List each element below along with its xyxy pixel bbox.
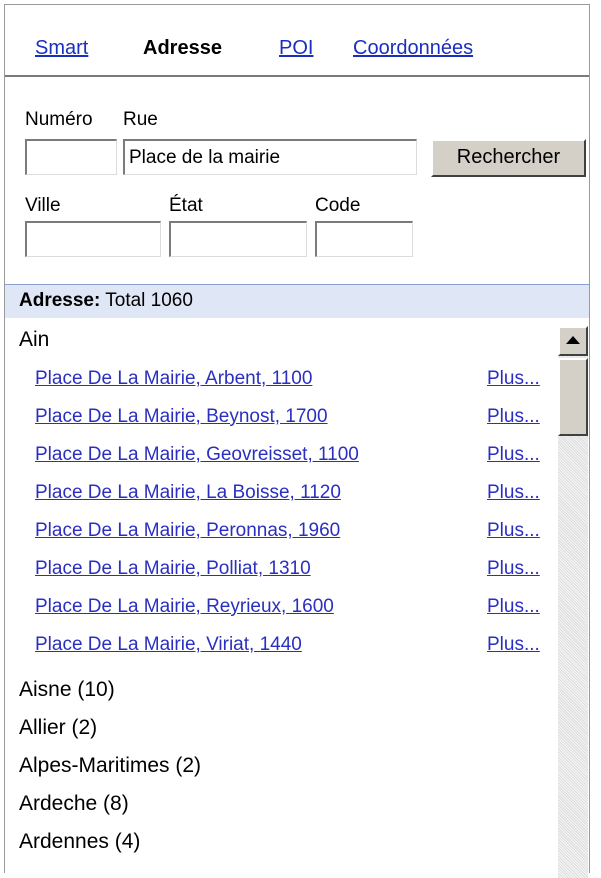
scroll-up-arrow-icon[interactable] [558,326,588,356]
etat-label: État [169,195,203,216]
group-aisne[interactable]: Aisne (10) [19,678,115,702]
group-alpes-maritimes[interactable]: Alpes-Maritimes (2) [19,754,201,778]
tab-poi[interactable]: POI [279,37,313,60]
result-item[interactable]: Place De La Mairie, Arbent, 1100 [35,368,312,390]
ville-field[interactable] [25,221,161,257]
results-header: Adresse: Total 1060 [5,284,589,318]
result-item[interactable]: Place De La Mairie, Peronnas, 1960 [35,520,340,542]
tab-coordonnees[interactable]: Coordonnées [353,37,473,60]
more-link[interactable]: Plus... [487,482,540,504]
results-list: Ain Place De La Mairie, Arbent, 1100 Plu… [5,318,589,878]
result-item[interactable]: Place De La Mairie, Beynost, 1700 [35,406,328,428]
rue-field[interactable]: Place de la mairie [123,139,417,175]
ville-label: Ville [25,195,61,216]
result-item[interactable]: Place De La Mairie, Viriat, 1440 [35,634,302,656]
result-item[interactable]: Place De La Mairie, Geovreisset, 1100 [35,444,359,466]
tab-smart[interactable]: Smart [35,37,88,60]
more-link[interactable]: Plus... [487,596,540,618]
result-item[interactable]: Place De La Mairie, Polliat, 1310 [35,558,311,580]
code-label: Code [315,195,361,216]
code-field[interactable] [315,221,413,257]
more-link[interactable]: Plus... [487,368,540,390]
result-item[interactable]: Place De La Mairie, Reyrieux, 1600 [35,596,334,618]
more-link[interactable]: Plus... [487,558,540,580]
group-ain[interactable]: Ain [19,328,49,352]
tab-adresse[interactable]: Adresse [143,37,222,60]
group-ardeche[interactable]: Ardeche (8) [19,792,129,816]
group-ardennes[interactable]: Ardennes (4) [19,830,140,854]
more-link[interactable]: Plus... [487,520,540,542]
more-link[interactable]: Plus... [487,634,540,656]
results-total: Total 1060 [105,290,193,311]
result-item[interactable]: Place De La Mairie, La Boisse, 1120 [35,482,341,504]
rechercher-button[interactable]: Rechercher [431,139,586,177]
numero-field[interactable] [25,139,117,175]
numero-label: Numéro [25,109,93,130]
group-allier[interactable]: Allier (2) [19,716,97,740]
more-link[interactable]: Plus... [487,444,540,466]
results-scrollbar[interactable] [558,326,588,878]
scrollbar-thumb[interactable] [558,358,588,436]
search-mode-tabs: Smart Adresse POI Coordonnées [5,5,589,77]
results-header-label: Adresse: [19,290,101,311]
etat-field[interactable] [169,221,307,257]
address-search-panel: Smart Adresse POI Coordonnées Numéro Rue… [4,4,590,878]
rue-label: Rue [123,109,158,130]
more-link[interactable]: Plus... [487,406,540,428]
